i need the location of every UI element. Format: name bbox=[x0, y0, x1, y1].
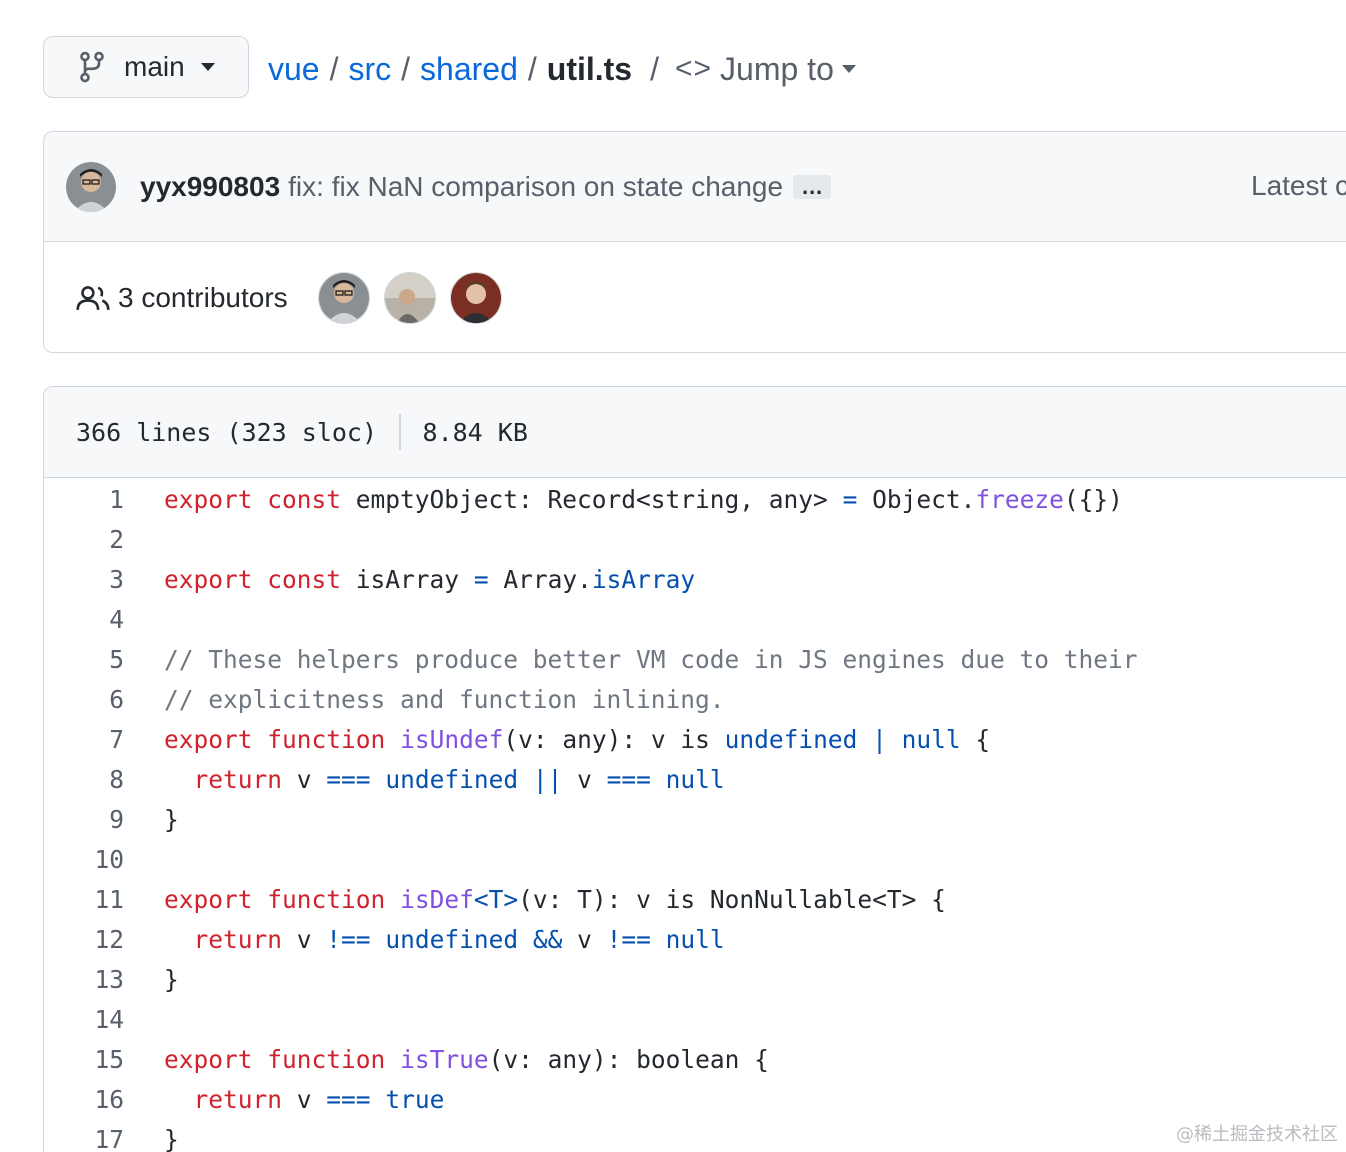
code-line: 4 bbox=[44, 599, 1346, 639]
code-line: 5 // These helpers produce better VM cod… bbox=[44, 639, 1346, 679]
line-number[interactable]: 15 bbox=[44, 1045, 124, 1074]
code-comment: // explicitness and function inlining. bbox=[164, 684, 725, 714]
avatar[interactable] bbox=[317, 272, 370, 324]
github-file-view: main vue / src / shared / util.ts / <> J… bbox=[0, 0, 1346, 1152]
file-content-box: 366 lines (323 sloc) 8.84 KB 1 export co… bbox=[43, 386, 1346, 1152]
code-content: return v !== undefined && v !== null bbox=[193, 924, 725, 954]
code-content: } bbox=[164, 804, 179, 834]
code-comment: // These helpers produce better VM code … bbox=[164, 644, 1138, 674]
code-line: 2 bbox=[44, 519, 1346, 559]
code-line: 1 export const emptyObject: Record<strin… bbox=[44, 479, 1346, 519]
line-number[interactable]: 1 bbox=[44, 485, 124, 514]
code-line: 15 export function isTrue(v: any): boole… bbox=[44, 1039, 1346, 1079]
expand-commit-button[interactable]: … bbox=[793, 174, 832, 199]
code-line: 8 return v === undefined || v === null bbox=[44, 759, 1346, 799]
breadcrumb-separator: / bbox=[527, 50, 537, 87]
code-line: 6 // explicitness and function inlining. bbox=[44, 679, 1346, 719]
divider bbox=[399, 414, 401, 450]
line-number[interactable]: 3 bbox=[44, 565, 124, 594]
code-line: 10 bbox=[44, 839, 1346, 879]
file-size: 8.84 KB bbox=[422, 417, 528, 447]
watermark: @稀土掘金技术社区 bbox=[1176, 1124, 1338, 1145]
contributors-row: 3 contributors bbox=[44, 242, 1346, 352]
line-number[interactable]: 12 bbox=[44, 925, 124, 954]
commit-message-link[interactable]: fix: fix NaN comparison on state change bbox=[288, 171, 783, 203]
line-number[interactable]: 17 bbox=[44, 1125, 124, 1152]
jump-to-label: Jump to bbox=[720, 50, 834, 87]
avatar[interactable] bbox=[66, 161, 116, 212]
code-content: export function isTrue(v: any): boolean … bbox=[164, 1044, 769, 1074]
line-number[interactable]: 9 bbox=[44, 805, 124, 834]
avatar[interactable] bbox=[449, 272, 502, 324]
code-content: export const isArray = Array.isArray bbox=[164, 564, 696, 594]
breadcrumb-repo-link[interactable]: vue bbox=[268, 51, 320, 88]
code-line: 13 } bbox=[44, 959, 1346, 999]
line-number[interactable]: 5 bbox=[44, 645, 124, 674]
code-line: 17 } bbox=[44, 1119, 1346, 1152]
line-number[interactable]: 6 bbox=[44, 685, 124, 714]
commit-author-link[interactable]: yyx990803 bbox=[140, 171, 280, 203]
code-line: 3 export const isArray = Array.isArray bbox=[44, 559, 1346, 599]
code-content: } bbox=[164, 1124, 179, 1152]
jump-to-button[interactable]: <> Jump to bbox=[675, 51, 856, 88]
code-content: return v === undefined || v === null bbox=[193, 764, 725, 794]
breadcrumb: vue / src / shared / util.ts / <> Jump t… bbox=[268, 44, 856, 94]
branch-selector-button[interactable]: main bbox=[43, 36, 249, 98]
line-number[interactable]: 4 bbox=[44, 605, 124, 634]
line-number[interactable]: 7 bbox=[44, 725, 124, 754]
line-number[interactable]: 10 bbox=[44, 845, 124, 874]
code-icon: <> bbox=[674, 52, 713, 85]
chevron-down-icon bbox=[841, 65, 856, 73]
breadcrumb-separator: / bbox=[329, 50, 339, 87]
line-number[interactable]: 8 bbox=[44, 765, 124, 794]
code-content: return v === true bbox=[193, 1084, 445, 1114]
code-line: 7 export function isUndef(v: any): v is … bbox=[44, 719, 1346, 759]
avatar[interactable] bbox=[383, 272, 436, 324]
code-content: export function isDef<T>(v: T): v is Non… bbox=[164, 884, 946, 914]
chevron-down-icon bbox=[200, 63, 215, 71]
breadcrumb-separator: / bbox=[650, 50, 659, 87]
people-icon bbox=[76, 286, 110, 310]
line-number[interactable]: 16 bbox=[44, 1085, 124, 1114]
file-header: 366 lines (323 sloc) 8.84 KB bbox=[44, 387, 1346, 478]
file-line-count: 366 lines (323 sloc) bbox=[76, 417, 378, 447]
branch-name: main bbox=[124, 51, 185, 82]
code-view: 1 export const emptyObject: Record<strin… bbox=[44, 478, 1346, 1152]
breadcrumb-src-link[interactable]: src bbox=[348, 51, 391, 88]
code-content: export function isUndef(v: any): v is un… bbox=[164, 724, 991, 754]
latest-commit-row: yyx990803 fix: fix NaN comparison on sta… bbox=[44, 132, 1346, 242]
code-line: 14 bbox=[44, 999, 1346, 1039]
code-line: 11 export function isDef<T>(v: T): v is … bbox=[44, 879, 1346, 919]
line-number[interactable]: 11 bbox=[44, 885, 124, 914]
code-line: 12 return v !== undefined && v !== null bbox=[44, 919, 1346, 959]
contributors-count-link[interactable]: 3 contributors bbox=[118, 282, 288, 314]
line-number[interactable]: 14 bbox=[44, 1005, 124, 1034]
code-content: } bbox=[164, 964, 179, 994]
latest-commit-label[interactable]: Latest c bbox=[1251, 170, 1346, 202]
line-number[interactable]: 2 bbox=[44, 525, 124, 554]
line-number[interactable]: 13 bbox=[44, 965, 124, 994]
code-line: 9 } bbox=[44, 799, 1346, 839]
code-line: 16 return v === true bbox=[44, 1079, 1346, 1119]
breadcrumb-current-file: util.ts bbox=[546, 50, 633, 87]
breadcrumb-separator: / bbox=[401, 50, 411, 87]
commit-info-box: yyx990803 fix: fix NaN comparison on sta… bbox=[43, 131, 1346, 353]
code-content: export const emptyObject: Record<string,… bbox=[164, 484, 1123, 514]
breadcrumb-shared-link[interactable]: shared bbox=[420, 51, 518, 88]
git-branch-icon bbox=[80, 51, 104, 83]
